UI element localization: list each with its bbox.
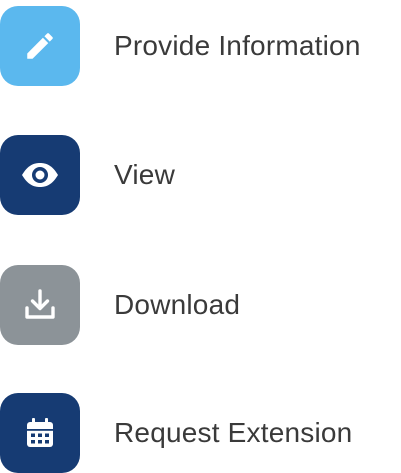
eye-icon — [20, 160, 60, 190]
download-icon — [22, 287, 58, 323]
provide-information-button[interactable]: Provide Information — [0, 6, 401, 86]
view-icon-tile[interactable] — [0, 135, 80, 215]
request-extension-icon-tile[interactable] — [0, 393, 80, 473]
request-extension-button[interactable]: Request Extension — [0, 393, 401, 473]
download-label: Download — [114, 289, 241, 320]
provide-information-label: Provide Information — [114, 30, 361, 61]
calendar-icon — [25, 417, 55, 449]
action-list: Provide Information View Download Reques… — [0, 0, 401, 473]
request-extension-label: Request Extension — [114, 417, 353, 448]
provide-information-icon-tile[interactable] — [0, 6, 80, 86]
download-button[interactable]: Download — [0, 265, 401, 345]
view-label: View — [114, 159, 175, 190]
pencil-icon — [23, 29, 57, 63]
download-icon-tile[interactable] — [0, 265, 80, 345]
view-button[interactable]: View — [0, 135, 401, 215]
